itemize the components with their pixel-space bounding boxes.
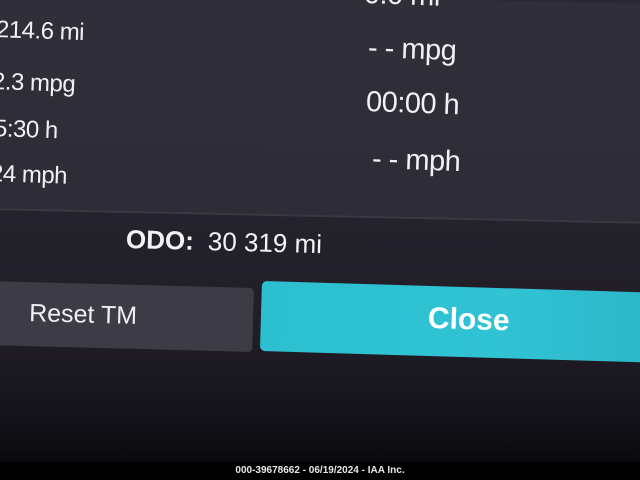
odometer-label: ODO: — [125, 224, 195, 256]
trip-a-time: 5:30 h — [0, 115, 59, 145]
watermark-text: 000-39678662 - 06/19/2024 - IAA Inc. — [235, 465, 405, 476]
trip-b-speed: - - mph — [371, 143, 461, 179]
odometer-value: 30 319 mi — [207, 226, 323, 260]
odometer: ODO: 30 319 mi — [126, 224, 323, 260]
close-button[interactable]: Close — [259, 281, 640, 363]
reset-tm-button[interactable]: Reset TM — [0, 281, 254, 352]
trip-b-economy: - - mpg — [367, 32, 457, 68]
trip-a-economy: 2.3 mpg — [0, 68, 76, 98]
trip-b-time: 00:00 h — [365, 86, 460, 122]
close-label: Close — [427, 301, 511, 338]
infotainment-screen: 214.6 mi 2.3 mpg 5:30 h 24 mph 0.0 mi - … — [0, 0, 640, 480]
trip-info-panel — [0, 0, 640, 224]
trip-a-distance: 214.6 mi — [0, 16, 85, 47]
reset-tm-label: Reset TM — [28, 299, 138, 330]
trip-a-speed: 24 mph — [0, 160, 68, 190]
